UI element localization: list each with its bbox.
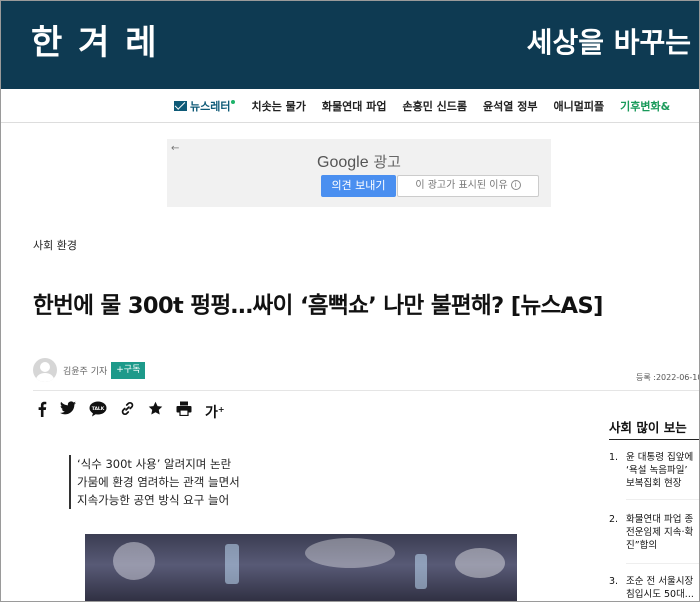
- send-feedback-button[interactable]: 의견 보내기: [321, 175, 396, 197]
- nav-item-inflation[interactable]: 치솟는 물가: [251, 98, 305, 114]
- rank-line: 침입시도 50대...: [626, 589, 694, 600]
- nav-item-animal-people[interactable]: 애니멀피플: [553, 98, 604, 114]
- top-nav: 뉴스레터 치솟는 물가 화물연대 파업 손흥민 신드롬 윤석열 정부 애니멀피플…: [1, 89, 699, 123]
- browser-viewport: 한 겨 레 세상을 바꾸는 뉴스레터 치솟는 물가 화물연대 파업 손흥민 신드…: [0, 0, 700, 602]
- stage-light: [225, 544, 239, 584]
- twitter-icon[interactable]: [60, 401, 76, 419]
- stage-light: [305, 538, 395, 568]
- link-icon[interactable]: [120, 401, 135, 419]
- summary-line: ‘식수 300t 사용’ 알려지며 논란: [77, 457, 232, 471]
- article-summary: ‘식수 300t 사용’ 알려지며 논란 가뭄에 환경 염려하는 관객 늘면서 …: [69, 455, 240, 509]
- article-photo[interactable]: [85, 534, 517, 601]
- facebook-icon[interactable]: [37, 401, 47, 419]
- rank-line: ‘욕설 녹음파일’: [626, 465, 688, 476]
- rank-number: 2.: [609, 514, 619, 525]
- google-ad-slot: ← Google 광고 의견 보내기 이 광고가 표시된 이유 i: [167, 139, 551, 207]
- subscribe-button[interactable]: +구독: [111, 361, 146, 379]
- most-viewed-item[interactable]: 1. 윤 대통령 집앞에 ‘욕설 녹음파일’ 보복집회 현장: [609, 451, 693, 490]
- rank-number: 1.: [609, 452, 619, 463]
- rank-line: 조순 전 서울시장: [626, 576, 694, 587]
- font-size-label: 가: [205, 405, 218, 421]
- nav-item-label: 뉴스레터: [190, 100, 231, 113]
- rank-number: 3.: [609, 576, 619, 587]
- mail-icon: [174, 101, 187, 111]
- new-dot-icon: [231, 100, 236, 104]
- author-name[interactable]: 김윤주 기자: [63, 364, 107, 377]
- divider: [626, 499, 699, 500]
- info-icon: i: [510, 180, 521, 190]
- stage-light: [113, 542, 155, 580]
- publish-date: 등록 :2022-06-10: [636, 373, 700, 382]
- slogan: 세상을 바꾸는: [526, 26, 691, 59]
- divider: [33, 390, 699, 391]
- breadcrumb-section[interactable]: 사회: [33, 239, 53, 252]
- author-avatar[interactable]: [33, 358, 57, 382]
- font-size-icon[interactable]: 가+: [205, 401, 225, 421]
- breadcrumb: 사회 환경: [33, 237, 77, 253]
- nav-item-climate[interactable]: 기후변화&: [620, 98, 670, 114]
- kakao-talk-text: TALK: [92, 406, 105, 412]
- article-headline: 한번에 물 300t 펑펑…싸이 ‘흠뻑쇼’ 나만 불편해? [뉴스AS]: [33, 293, 603, 319]
- divider: [609, 439, 699, 440]
- most-viewed-title: 사회 많이 보는: [609, 420, 687, 435]
- print-icon[interactable]: [176, 401, 192, 419]
- nav-item-newsletter[interactable]: 뉴스레터: [174, 98, 236, 114]
- nav-item-cargo-strike[interactable]: 화물연대 파업: [322, 98, 387, 114]
- stage-light: [415, 554, 427, 589]
- rank-line: 화물연대 파업 종: [626, 514, 694, 525]
- google-brand: Google: [317, 154, 369, 171]
- ad-title: Google 광고: [167, 151, 551, 172]
- star-icon[interactable]: [148, 401, 163, 419]
- breadcrumb-subsection[interactable]: 환경: [57, 239, 77, 252]
- why-this-ad-button[interactable]: 이 광고가 표시된 이유 i: [397, 175, 539, 197]
- rank-line: 전운임제 지속·확: [626, 527, 694, 538]
- nav-item-son-heungmin[interactable]: 손흥민 신드롬: [402, 98, 467, 114]
- summary-line: 지속가능한 공연 방식 요구 늘어: [77, 493, 230, 507]
- rank-line: 보복집회 현장: [626, 478, 682, 489]
- most-viewed-item[interactable]: 2. 화물연대 파업 종 전운임제 지속·확 진”합의: [609, 513, 693, 552]
- byline: 김윤주 기자 +구독: [33, 357, 146, 383]
- rank-line: 윤 대통령 집앞에: [626, 452, 694, 463]
- kakaotalk-icon[interactable]: TALK: [89, 401, 107, 419]
- why-this-ad-label: 이 광고가 표시된 이유: [415, 180, 508, 191]
- share-toolbar: TALK 가+: [37, 401, 225, 421]
- summary-line: 가뭄에 환경 염려하는 관객 늘면서: [77, 475, 240, 489]
- hankyoreh-logo[interactable]: 한 겨 레: [31, 15, 159, 64]
- masthead: 한 겨 레 세상을 바꾸는: [1, 1, 699, 89]
- stage-light: [455, 548, 505, 578]
- most-viewed-item[interactable]: 3. 조순 전 서울시장 침입시도 50대...: [609, 575, 694, 601]
- ad-label: 광고: [373, 153, 401, 171]
- nav-item-yoon-government[interactable]: 윤석열 정부: [483, 98, 537, 114]
- divider: [626, 563, 699, 564]
- rank-line: 진”합의: [626, 540, 658, 551]
